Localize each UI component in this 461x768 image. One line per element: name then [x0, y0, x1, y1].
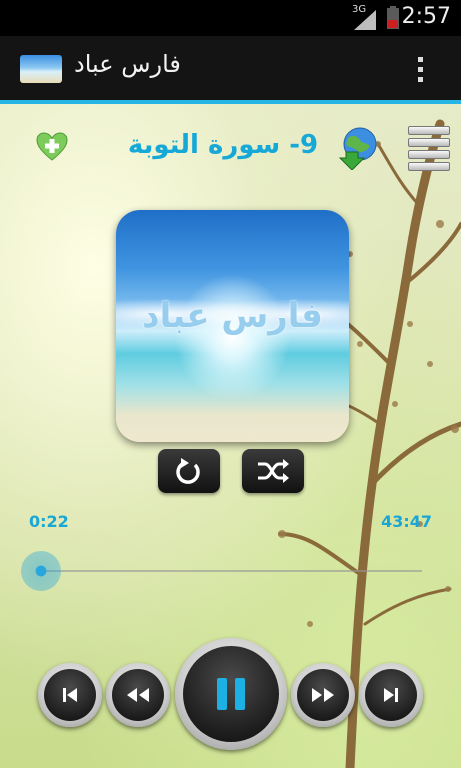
- battery-icon: [387, 6, 399, 29]
- seek-bar[interactable]: [38, 570, 422, 572]
- skip-next-button[interactable]: [359, 663, 423, 727]
- fast-forward-button[interactable]: [291, 663, 355, 727]
- pause-icon: [217, 678, 245, 710]
- album-art-text: فارس عباد: [142, 296, 323, 336]
- skip-previous-button[interactable]: [38, 663, 102, 727]
- rewind-button[interactable]: [106, 663, 170, 727]
- rewind-icon: [127, 688, 149, 702]
- app-icon: [20, 55, 62, 83]
- overflow-menu-icon[interactable]: [410, 52, 430, 86]
- action-bar: فارس عباد: [0, 36, 461, 104]
- play-pause-button[interactable]: [175, 638, 287, 750]
- repeat-icon: [176, 458, 200, 484]
- signal-icon: [354, 10, 376, 30]
- player-screen: 9- سورة التوبة فارس عباد 0:22 43:47: [0, 104, 461, 768]
- current-time: 0:22: [29, 512, 69, 531]
- total-time: 43:47: [381, 512, 432, 531]
- skip-next-icon: [384, 688, 398, 702]
- status-bar: 3G 2:57: [0, 0, 461, 36]
- skip-previous-icon: [63, 688, 77, 702]
- seek-thumb[interactable]: [21, 551, 62, 591]
- shuffle-icon: [258, 459, 289, 483]
- list-icon[interactable]: [408, 126, 450, 174]
- heart-plus-icon[interactable]: [36, 132, 68, 162]
- album-art: فارس عباد: [116, 210, 349, 442]
- track-title: 9- سورة التوبة: [127, 130, 319, 160]
- shuffle-button[interactable]: [242, 449, 304, 493]
- fast-forward-icon: [312, 688, 334, 702]
- repeat-button[interactable]: [158, 449, 220, 493]
- globe-download-icon[interactable]: [336, 126, 380, 170]
- app-title: فارس عباد: [74, 50, 181, 78]
- clock: 2:57: [401, 4, 451, 29]
